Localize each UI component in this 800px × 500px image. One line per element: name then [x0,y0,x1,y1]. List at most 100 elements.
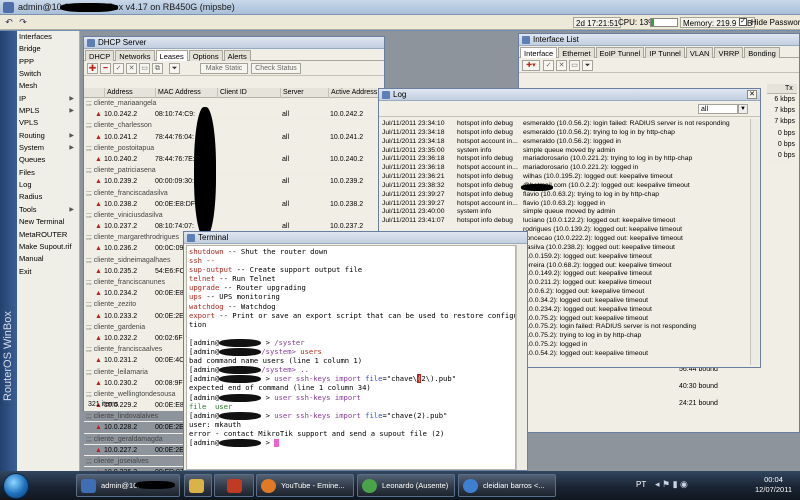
log-topic: hotspot info debug [457,155,513,163]
disable-icon[interactable]: ✕ [556,60,567,71]
tab-dhcp[interactable]: DHCP [85,50,115,61]
tab-alerts[interactable]: Alerts [223,50,251,61]
table-row-comment[interactable]: ;;; cliente_viniciusdasilva [84,210,382,222]
tab-options[interactable]: Options [188,50,223,61]
col-client-id[interactable]: Client ID [217,88,247,98]
enable-icon[interactable]: ✓ [543,60,554,71]
table-row-comment[interactable]: ;;; cliente_franciscadasilva [84,188,382,199]
lease-mac: 00:0E:4C: [155,357,187,365]
start-button[interactable] [3,473,29,499]
menu-item-queues[interactable]: Queues [17,154,79,166]
log-row[interactable]: Jul/11/2011 23:34:18 hotspot info debug es… [382,129,750,138]
log-titlebar[interactable]: Log ✕ [379,89,760,101]
menu-item-files[interactable]: Files [17,167,79,179]
reset-icon[interactable]: ⧉ [152,63,163,74]
interface-list-titlebar[interactable]: Interface List [519,34,799,46]
col-address[interactable]: Address [104,88,133,98]
table-row-comment[interactable]: ;;; cliente_patriciasena [84,165,382,177]
task-youtube[interactable]: YouTube - Emine... [256,474,354,497]
col-active-address[interactable]: Active Address [328,88,377,98]
menu-item-make-supout-rif[interactable]: Make Supout.rif [17,241,79,253]
dhcp-titlebar[interactable]: DHCP Server [84,37,384,49]
log-row[interactable]: Jul/11/2011 23:34:18 hotspot account in..… [382,138,750,147]
menu-item-switch[interactable]: Switch [17,68,79,80]
menu-item-radius[interactable]: Radius [17,191,79,203]
terminal-output[interactable]: shutdown -- Shut the router down ssh -- … [186,245,516,470]
check-status-button[interactable]: Check Status [251,63,301,74]
undo-icon[interactable]: ↶ [3,17,15,28]
disable-icon[interactable]: ✕ [126,63,137,74]
close-icon[interactable]: ✕ [747,90,757,99]
log-scrollbar[interactable] [750,119,759,365]
log-row[interactable]: Jul/11/2011 23:39:27 hotspot info debug fl… [382,191,750,200]
table-row-comment[interactable]: ;;; cliente_charlesson [84,120,382,132]
table-row-comment[interactable]: ;;; cliente_postoitapua [84,143,382,154]
chevron-down-icon[interactable]: ▼ [738,104,748,114]
make-static-button[interactable]: Make Static [200,63,248,74]
menu-item-new-terminal[interactable]: New Terminal [17,216,79,228]
log-topic: hotspot info debug [457,173,513,181]
menu-item-manual[interactable]: Manual [17,253,79,265]
filter-icon[interactable]: ⏷ [169,63,180,74]
add-icon[interactable]: ✚ [87,63,98,74]
tab-vrrp[interactable]: VRRP [714,47,744,58]
log-filter-select[interactable]: all [698,104,738,114]
table-row[interactable]: ▲ 10.0.238.2 00:0E:E8:DF: all 10.0.238.2 [84,199,382,210]
menu-item-mesh[interactable]: Mesh [17,80,79,92]
filter-icon[interactable]: ⏷ [582,60,593,71]
task-messenger[interactable]: Leonardo (Ausente) [357,474,455,497]
tab-networks[interactable]: Networks [115,50,155,61]
col-mac[interactable]: MAC Address [155,88,201,98]
tab-eoip-tunnel[interactable]: EoIP Tunnel [595,47,645,58]
tab-bonding[interactable]: Bonding [744,47,780,58]
log-row[interactable]: Jul/11/2011 23:39:27 hotspot account in..… [382,200,750,209]
tab-vlan[interactable]: VLAN [685,47,714,58]
menu-item-tools[interactable]: Tools ▶ [17,204,79,216]
tray-icons[interactable]: ◂ ⚑ ▮ ◉ [655,479,688,490]
menu-item-vpls[interactable]: VPLS [17,117,79,129]
terminal-titlebar[interactable]: Terminal [184,232,527,244]
task-explorer[interactable] [184,474,212,497]
log-row[interactable]: Jul/11/2011 23:38:32 hotspot info debug @h… [382,182,750,191]
tab-leases[interactable]: Leases [155,50,188,61]
menu-item-log[interactable]: Log [17,179,79,191]
language-indicator[interactable]: PT [636,480,646,489]
log-row[interactable]: Jul/11/2011 23:34:10 hotspot info debug es… [382,120,750,129]
enable-icon[interactable]: ✓ [113,63,124,74]
menu-item-metarouter[interactable]: MetaROUTER [17,229,79,241]
remove-icon[interactable]: ━ [100,63,111,74]
menu-item-interfaces[interactable]: Interfaces [17,31,79,43]
menu-item-ip[interactable]: IP ▶ [17,93,79,105]
lease-active: 10.0.239.2 [330,178,364,186]
tab-interface[interactable]: Interface [520,47,558,58]
table-row[interactable]: ▲ 10.0.239.2 00:00:09:30: all 10.0.239.2 [84,176,382,188]
redo-icon[interactable]: ↷ [17,17,29,28]
comment-icon[interactable]: ▭ [569,60,580,71]
hide-passwords-checkbox[interactable]: ✓ [739,18,747,26]
log-row[interactable]: Jul/11/2011 23:35:00 system info simple qu… [382,147,750,156]
clock[interactable]: 00:04 12/07/2011 [755,475,792,495]
menu-item-exit[interactable]: Exit [17,266,79,278]
table-row[interactable]: ▲ 10.0.242.2 08:10:74:C9: all 10.0.242.2 [84,109,382,121]
table-row[interactable]: ▲ 10.0.241.2 78:44:76:04: all 10.0.241.2 [84,132,382,143]
log-row[interactable]: Jul/11/2011 23:40:00 system info simple qu… [382,208,750,217]
log-row[interactable]: Jul/11/2011 23:36:18 hotspot account in..… [382,164,750,173]
col-server[interactable]: Server [280,88,304,98]
task-chat[interactable]: cleidian barros <... [458,474,556,497]
tab-ip-tunnel[interactable]: IP Tunnel [645,47,685,58]
log-row[interactable]: Jul/11/2011 23:41:07 hotspot info debug lu… [382,217,750,226]
log-row[interactable]: Jul/11/2011 23:36:18 hotspot info debug ma… [382,155,750,164]
tab-ethernet[interactable]: Ethernet [558,47,595,58]
menu-item-routing[interactable]: Routing ▶ [17,130,79,142]
menu-item-ppp[interactable]: PPP [17,56,79,68]
menu-item-bridge[interactable]: Bridge [17,43,79,55]
add-icon[interactable]: ✚▾ [522,60,540,71]
comment-icon[interactable]: ▭ [139,63,150,74]
table-row-comment[interactable]: ;;; cliente_mariaangela [84,98,382,110]
log-row[interactable]: Jul/11/2011 23:36:21 hotspot info debug wi… [382,173,750,182]
table-row[interactable]: ▲ 10.0.240.2 78:44:76:7E: all 10.0.240.2 [84,154,382,166]
terminal-scrollbar[interactable] [516,245,526,470]
menu-item-system[interactable]: System ▶ [17,142,79,154]
menu-item-mpls[interactable]: MPLS ▶ [17,105,79,117]
task-media[interactable] [214,474,254,497]
